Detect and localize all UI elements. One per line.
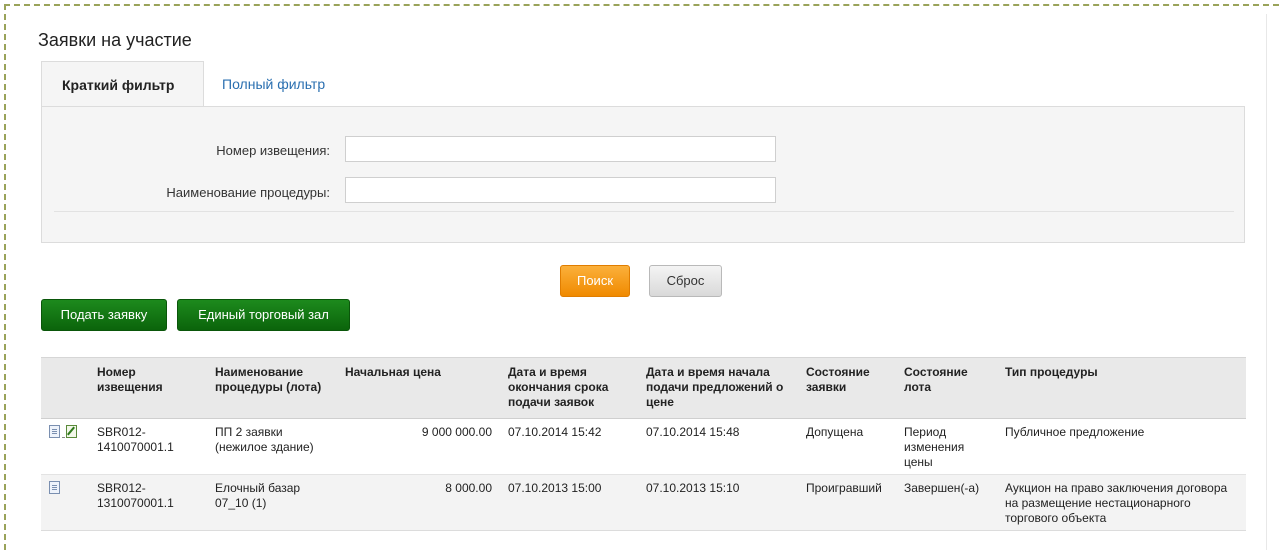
table-row: SBR012-1310070001.1 Елочный базар 07_10 … bbox=[41, 474, 1246, 531]
filter-divider bbox=[54, 211, 1234, 212]
column-header-procedure-type[interactable]: Тип процедуры bbox=[997, 357, 1246, 419]
cell-bidding-start: 07.10.2014 15:48 bbox=[638, 418, 798, 475]
column-header-lot-status[interactable]: Состояние лота bbox=[896, 357, 997, 419]
cell-application-status: Допущена bbox=[798, 418, 896, 475]
column-header-deadline[interactable]: Дата и время окончания срока подачи заяв… bbox=[500, 357, 638, 419]
panel-edge bbox=[1266, 14, 1267, 550]
procedure-name-label: Наименование процедуры: bbox=[166, 185, 330, 200]
cell-procedure-type: Аукцион на право заключения договора на … bbox=[997, 474, 1246, 531]
column-header-price[interactable]: Начальная цена bbox=[337, 357, 500, 419]
cell-name: Елочный базар 07_10 (1) bbox=[207, 474, 337, 531]
column-header-bidding-start[interactable]: Дата и время начала подачи предложений о… bbox=[638, 357, 798, 419]
cell-number: SBR012-1310070001.1 bbox=[89, 474, 207, 531]
tab-short-filter[interactable]: Краткий фильтр bbox=[41, 61, 204, 107]
cell-name: ПП 2 заявки (нежилое здание) bbox=[207, 418, 337, 475]
reset-button[interactable]: Сброс bbox=[649, 265, 722, 297]
cell-price: 8 000.00 bbox=[337, 474, 500, 531]
cell-procedure-type: Публичное предложение bbox=[997, 418, 1246, 475]
document-icon[interactable] bbox=[49, 481, 60, 494]
table-row: SBR012-1410070001.1 ПП 2 заявки (нежилое… bbox=[41, 418, 1246, 475]
cell-application-status: Проигравший bbox=[798, 474, 896, 531]
document-icon[interactable] bbox=[49, 425, 60, 438]
notice-number-label: Номер извещения: bbox=[216, 143, 330, 158]
cell-deadline: 07.10.2014 15:42 bbox=[500, 418, 638, 475]
cell-number: SBR012-1410070001.1 bbox=[89, 418, 207, 475]
edit-icon[interactable] bbox=[66, 425, 77, 438]
filter-panel: Номер извещения: Наименование процедуры: bbox=[41, 106, 1245, 243]
column-header-name[interactable]: Наименование процедуры (лота) bbox=[207, 357, 337, 419]
row-actions bbox=[41, 474, 89, 531]
cell-deadline: 07.10.2013 15:00 bbox=[500, 474, 638, 531]
search-button[interactable]: Поиск bbox=[560, 265, 630, 297]
submit-application-button[interactable]: Подать заявку bbox=[41, 299, 167, 331]
column-header-number[interactable]: Номер извещения bbox=[89, 357, 207, 419]
row-actions bbox=[41, 418, 89, 475]
trading-hall-button[interactable]: Единый торговый зал bbox=[177, 299, 350, 331]
applications-table: Номер извещения Наименование процедуры (… bbox=[41, 357, 1246, 531]
column-header-application-status[interactable]: Состояние заявки bbox=[798, 357, 896, 419]
cell-price: 9 000 000.00 bbox=[337, 418, 500, 475]
cell-lot-status: Завершен(-а) bbox=[896, 474, 997, 531]
procedure-name-input[interactable] bbox=[345, 177, 776, 203]
table-header-row: Номер извещения Наименование процедуры (… bbox=[41, 357, 1246, 419]
tab-full-filter[interactable]: Полный фильтр bbox=[206, 61, 341, 107]
icon-separator bbox=[62, 437, 65, 438]
page-title: Заявки на участие bbox=[38, 30, 192, 50]
column-header-actions bbox=[41, 357, 89, 419]
cell-bidding-start: 07.10.2013 15:10 bbox=[638, 474, 798, 531]
notice-number-input[interactable] bbox=[345, 136, 776, 162]
cell-lot-status: Период изменения цены bbox=[896, 418, 997, 475]
